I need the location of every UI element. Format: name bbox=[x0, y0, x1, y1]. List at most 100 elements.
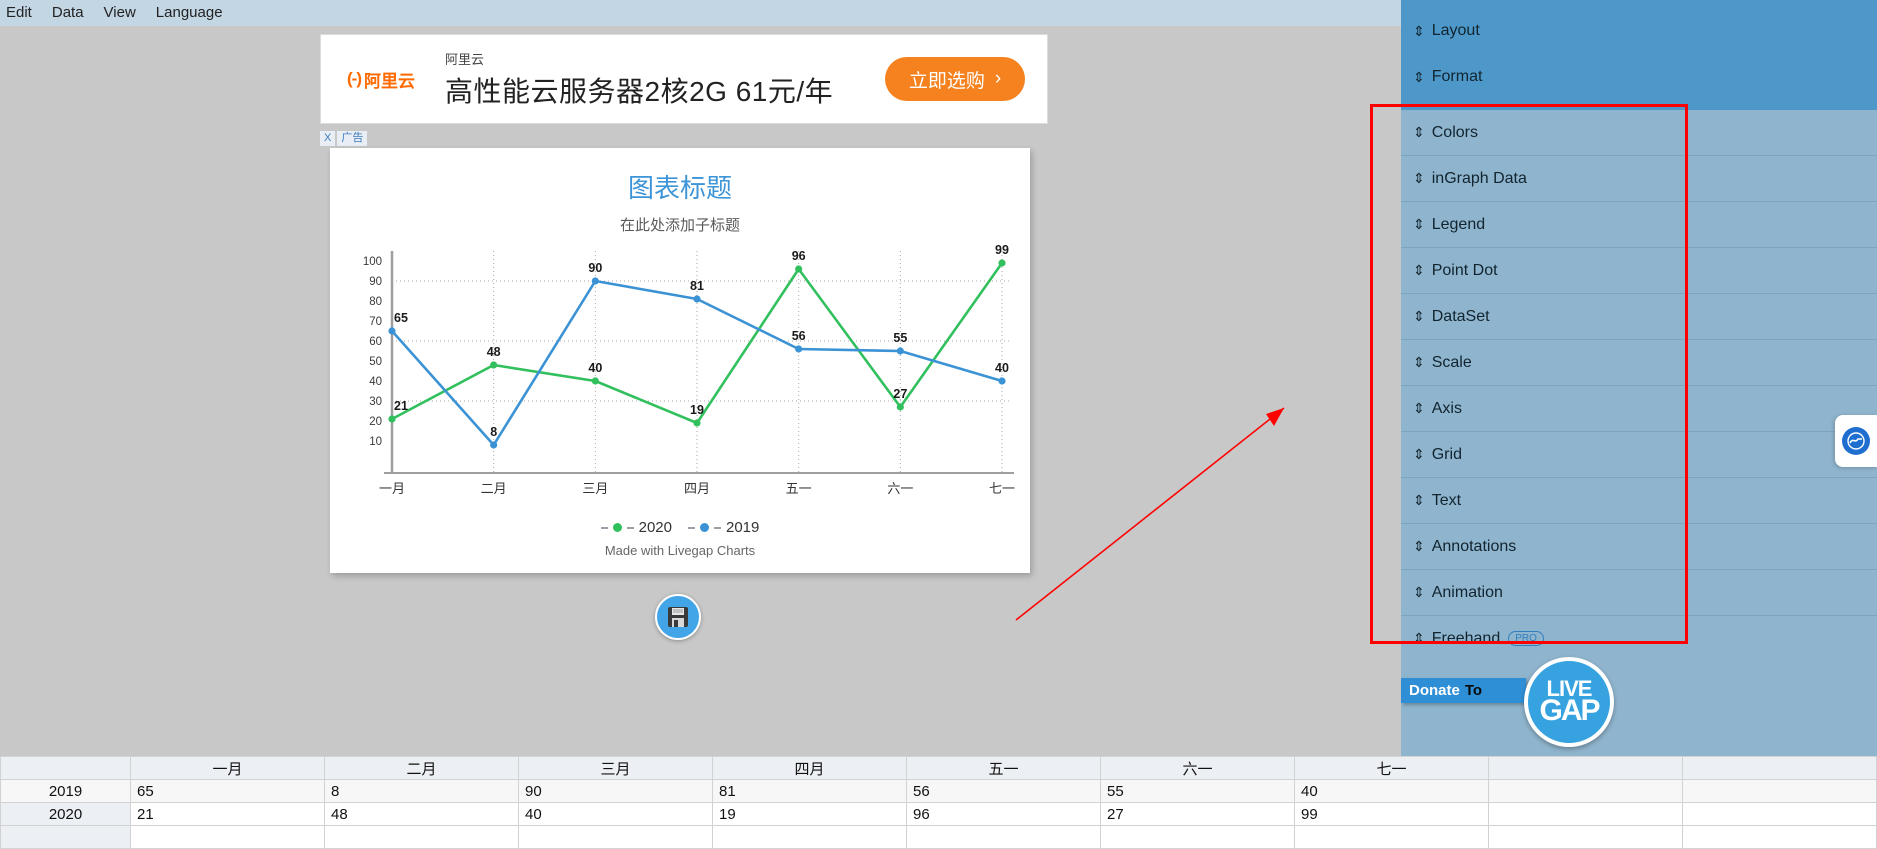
table-cell[interactable]: 40 bbox=[518, 802, 713, 826]
table-row-header[interactable] bbox=[0, 825, 131, 849]
menu-item-view[interactable]: View bbox=[94, 0, 146, 26]
table-cell[interactable] bbox=[712, 825, 907, 849]
table-column-header[interactable]: 一月 bbox=[130, 756, 325, 780]
data-point-2019[interactable] bbox=[896, 347, 904, 355]
table-row-header[interactable]: 2019 bbox=[0, 779, 131, 803]
table-cell[interactable]: 40 bbox=[1294, 779, 1489, 803]
donate-section: Donate To LIVE GAP bbox=[1401, 655, 1877, 756]
sidebar-item-annotations[interactable]: ⇕ Annotations bbox=[1401, 524, 1877, 570]
updown-arrow-icon: ⇕ bbox=[1413, 400, 1425, 416]
sidebar-item-dataset[interactable]: ⇕ DataSet bbox=[1401, 294, 1877, 340]
sidebar-item-grid[interactable]: ⇕ Grid bbox=[1401, 432, 1877, 478]
sidebar-item-animation[interactable]: ⇕ Animation bbox=[1401, 570, 1877, 616]
chart-subtitle[interactable]: 在此处添加子标题 bbox=[330, 205, 1030, 235]
data-point-2019[interactable] bbox=[388, 327, 396, 335]
table-cell[interactable]: 81 bbox=[712, 779, 907, 803]
data-grid[interactable]: 一月 二月 三月 四月 五一 六一 七一 2019 65 8 90 81 56 55 40 2020 21 48… bbox=[0, 756, 1877, 849]
table-cell[interactable] bbox=[1682, 825, 1877, 849]
sidebar-item-text[interactable]: ⇕ Text bbox=[1401, 478, 1877, 524]
data-point-2020[interactable] bbox=[998, 259, 1006, 267]
table-column-header[interactable]: 六一 bbox=[1100, 756, 1295, 780]
menu-item-edit[interactable]: Edit bbox=[0, 0, 42, 26]
table-cell[interactable]: 55 bbox=[1100, 779, 1295, 803]
data-point-2020[interactable] bbox=[591, 377, 599, 385]
sidebar-item-colors[interactable]: ⇕ Colors bbox=[1401, 110, 1877, 156]
chart-plot-area[interactable]: 10 20 30 40 50 60 70 80 90 100 一月 二月 三月 四月 五一 六一 七一 21 48 4… bbox=[330, 243, 1030, 513]
sidebar-item-layout[interactable]: ⇕ Layout bbox=[1401, 8, 1877, 54]
data-point-2020[interactable] bbox=[693, 419, 701, 427]
line-chart-svg[interactable]: 10 20 30 40 50 60 70 80 90 100 一月 二月 三月 四月 五一 六一 七一 21 48 4… bbox=[330, 243, 1030, 513]
table-cell[interactable] bbox=[130, 825, 325, 849]
table-cell[interactable] bbox=[324, 825, 519, 849]
floating-chart-widget[interactable] bbox=[1835, 415, 1877, 467]
legend-label: 2020 bbox=[638, 519, 672, 536]
table-cell[interactable]: 19 bbox=[712, 802, 907, 826]
table-row-header[interactable]: 2020 bbox=[0, 802, 131, 826]
table-column-header[interactable]: 七一 bbox=[1294, 756, 1489, 780]
table-column-header[interactable]: 二月 bbox=[324, 756, 519, 780]
table-cell[interactable]: 96 bbox=[906, 802, 1101, 826]
table-column-header[interactable] bbox=[1682, 756, 1877, 780]
table-cell[interactable]: 99 bbox=[1294, 802, 1489, 826]
sidebar-item-ingraph-data[interactable]: ⇕ inGraph Data bbox=[1401, 156, 1877, 202]
data-table-area[interactable]: 一月 二月 三月 四月 五一 六一 七一 2019 65 8 90 81 56 55 40 2020 21 48… bbox=[0, 756, 1877, 849]
sidebar-item-scale[interactable]: ⇕ Scale bbox=[1401, 340, 1877, 386]
legend-entry-2019[interactable]: 2019 bbox=[688, 519, 759, 536]
table-row[interactable]: 2020 21 48 40 19 96 27 99 bbox=[0, 802, 1877, 826]
data-point-2019[interactable] bbox=[795, 345, 803, 353]
chart-title[interactable]: 图表标题 bbox=[330, 148, 1030, 205]
sidebar-item-point-dot[interactable]: ⇕ Point Dot bbox=[1401, 248, 1877, 294]
table-cell[interactable] bbox=[1294, 825, 1489, 849]
table-cell[interactable]: 90 bbox=[518, 779, 713, 803]
ad-cta-button[interactable]: 立即选购 › bbox=[885, 57, 1025, 101]
chart-legend[interactable]: 2020 2019 bbox=[330, 519, 1030, 536]
advertisement-banner[interactable]: (-) 阿里云 阿里云 高性能云服务器2核2G 61元/年 立即选购 › bbox=[320, 34, 1048, 124]
table-cell[interactable] bbox=[1682, 802, 1877, 826]
data-point-2019[interactable] bbox=[693, 295, 701, 303]
table-cell[interactable] bbox=[906, 825, 1101, 849]
sidebar-item-legend[interactable]: ⇕ Legend bbox=[1401, 202, 1877, 248]
table-cell[interactable]: 56 bbox=[906, 779, 1101, 803]
ad-close-icon[interactable]: X bbox=[320, 131, 336, 146]
table-cell[interactable]: 27 bbox=[1100, 802, 1295, 826]
table-cell[interactable] bbox=[1488, 825, 1683, 849]
data-label-2019: 56 bbox=[792, 329, 806, 343]
table-column-header[interactable] bbox=[1488, 756, 1683, 780]
table-column-header[interactable]: 五一 bbox=[906, 756, 1101, 780]
ad-label-badge[interactable]: 广告 bbox=[337, 131, 368, 146]
table-column-header[interactable]: 三月 bbox=[518, 756, 713, 780]
table-cell[interactable]: 21 bbox=[130, 802, 325, 826]
chart-card[interactable]: 图表标题 在此处添加子标题 10 20 30 40 50 60 70 80 90 100 一月 二月 三… bbox=[330, 148, 1030, 573]
table-header-row: 一月 二月 三月 四月 五一 六一 七一 bbox=[0, 756, 1877, 780]
menu-item-language[interactable]: Language bbox=[146, 0, 233, 26]
table-cell[interactable] bbox=[1100, 825, 1295, 849]
data-point-2020[interactable] bbox=[490, 361, 498, 369]
table-cell[interactable] bbox=[1488, 779, 1683, 803]
table-cell[interactable] bbox=[1682, 779, 1877, 803]
table-cell[interactable] bbox=[518, 825, 713, 849]
livegap-logo[interactable]: LIVE GAP bbox=[1524, 657, 1614, 747]
menu-item-data[interactable]: Data bbox=[42, 0, 94, 26]
y-axis-tick-label: 60 bbox=[369, 336, 382, 348]
table-cell[interactable]: 8 bbox=[324, 779, 519, 803]
data-point-2019[interactable] bbox=[591, 277, 599, 285]
data-point-2020[interactable] bbox=[388, 415, 396, 423]
ad-headline: 高性能云服务器2核2G 61元/年 bbox=[445, 75, 834, 107]
data-point-2019[interactable] bbox=[998, 377, 1006, 385]
data-point-2019[interactable] bbox=[490, 441, 498, 449]
sidebar-item-axis[interactable]: ⇕ Axis bbox=[1401, 386, 1877, 432]
table-row[interactable] bbox=[0, 825, 1877, 849]
legend-entry-2020[interactable]: 2020 bbox=[600, 519, 672, 536]
donate-button[interactable]: Donate To bbox=[1401, 678, 1526, 703]
table-column-header[interactable]: 四月 bbox=[712, 756, 907, 780]
table-cell[interactable]: 65 bbox=[130, 779, 325, 803]
table-row[interactable]: 2019 65 8 90 81 56 55 40 bbox=[0, 779, 1877, 803]
table-cell[interactable]: 48 bbox=[324, 802, 519, 826]
sidebar-item-format[interactable]: ⇕ Format bbox=[1401, 54, 1877, 100]
table-cell[interactable] bbox=[1488, 802, 1683, 826]
data-point-2020[interactable] bbox=[896, 403, 904, 411]
save-button[interactable] bbox=[655, 594, 701, 640]
data-point-2020[interactable] bbox=[795, 265, 803, 273]
x-axis-tick-label: 四月 bbox=[684, 481, 710, 496]
table-corner-cell[interactable] bbox=[0, 756, 131, 780]
